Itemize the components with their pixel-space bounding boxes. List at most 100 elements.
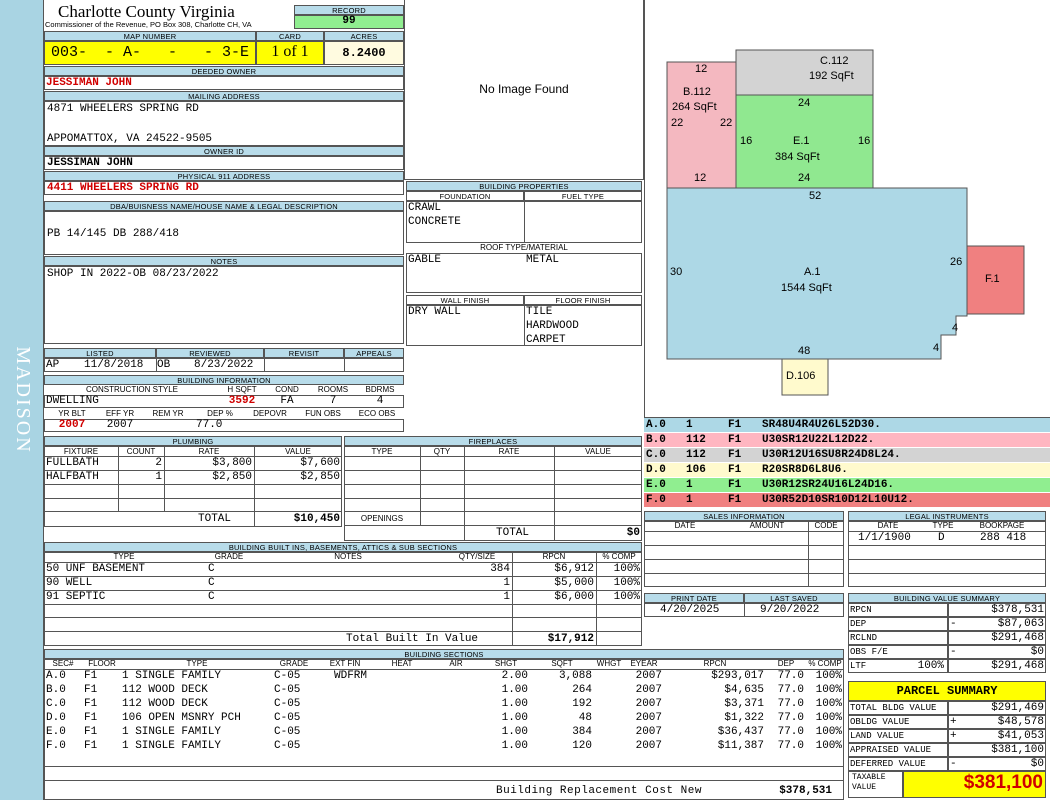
sections-cell: 2007 [635, 698, 662, 710]
fireplaces-header: FIREPLACES [344, 436, 642, 446]
parcel-value: $381,100 [991, 744, 1044, 756]
dep-value: 77.0 [196, 419, 223, 431]
hsqft-value: 3592 [228, 395, 256, 407]
sections-cell: F1 [84, 698, 98, 710]
sections-cell: 100% [815, 740, 842, 752]
sections-cell: F1 [84, 740, 98, 752]
sections-cell: C-05 [274, 726, 301, 738]
sections-cell: 2007 [635, 712, 662, 724]
sections-cell: 112 WOOD DECK [122, 698, 208, 710]
dep-label: DEP % [207, 409, 233, 418]
vector-string: U30SR12U22L12D22. [762, 434, 875, 446]
sections-cell: 77.0 [777, 684, 804, 696]
cond-label: COND [275, 385, 299, 394]
sec-col-whgt: WHGT [596, 659, 622, 668]
sections-cell: 2007 [635, 740, 662, 752]
sketch-d-id: D.106 [786, 370, 816, 382]
bdrms-value: 4 [376, 395, 384, 407]
parcel-value: $41,053 [997, 730, 1044, 742]
side-label: MADISON [12, 346, 34, 454]
bi-total: $17,912 [547, 633, 594, 645]
map-number-value: 003- - A- - - 3-E [50, 44, 250, 61]
builtins-header: BUILDING BUILT INS, BASEMENTS, ATTICS & … [44, 542, 642, 552]
owner-name: JESSIMAN JOHN [46, 77, 132, 89]
dim-a-left: 30 [670, 266, 683, 278]
sketch-e-area: 384 SqFt [775, 151, 820, 163]
sales-col-date: DATE [674, 521, 696, 530]
card-header: CARD [256, 31, 324, 41]
sections-cell: 2007 [635, 684, 662, 696]
parcel-label: APPRAISED VALUE [850, 745, 932, 755]
vector-num: 1 [686, 494, 693, 506]
revisit-header: REVISIT [264, 348, 344, 358]
taxable-label: TAXABLE VALUE [852, 773, 886, 792]
bi-col-type: TYPE [113, 552, 135, 561]
sketch-e-id: E.1 [793, 135, 810, 147]
sections-cell: 112 WOOD DECK [122, 684, 208, 696]
rooms-label: ROOMS [317, 385, 349, 394]
yrblt-label: YR BLT [58, 409, 86, 418]
sections-cell: 1.00 [501, 684, 528, 696]
vector-num: 1 [686, 479, 693, 491]
sec-col-sqft: SQFT [551, 659, 573, 668]
legal-r1-bookpage: 288 418 [980, 532, 1027, 544]
print-date-header: PRINT DATE [644, 593, 744, 603]
sec-col-grade: GRADE [279, 659, 309, 668]
reviewed-date: 8/23/2022 [194, 359, 254, 371]
floor-finish-2: HARDWOOD [526, 320, 579, 332]
funobs-label: FUN OBS [305, 409, 341, 418]
mailing-header: MAILING ADDRESS [44, 91, 404, 101]
sections-cell: A.0 [46, 670, 66, 682]
dim-b-bottom: 12 [694, 172, 707, 184]
sections-cell: C-05 [274, 712, 301, 724]
vector-floor: F1 [728, 449, 742, 461]
vector-code: D.0 [646, 464, 666, 476]
vector-num: 112 [686, 434, 706, 446]
vector-code: E.0 [646, 479, 666, 491]
vector-num: 112 [686, 449, 706, 461]
sections-cell: 2007 [635, 726, 662, 738]
sketch-b-area: 264 SqFt [672, 101, 717, 113]
sections-cell: F.0 [46, 740, 66, 752]
bi-r2-type: 90 WELL [46, 577, 93, 589]
fp-total: $0 [626, 527, 640, 539]
dim-b-left: 22 [671, 117, 684, 129]
card-value: 1 of 1 [271, 43, 309, 60]
sections-cell: 192 [572, 698, 592, 710]
hsqft-label: H SQFT [227, 385, 257, 394]
parcel-label: OBLDG VALUE [850, 717, 910, 727]
sections-cell: 1.00 [501, 740, 528, 752]
sections-cell: C-05 [274, 698, 301, 710]
sections-header: BUILDING SECTIONS [44, 649, 844, 659]
sec-total-label: Building Replacement Cost New [496, 785, 702, 797]
taxable-value: $381,100 [963, 772, 1043, 793]
sketch-a-id: A.1 [804, 266, 821, 278]
roof-type: GABLE [408, 254, 442, 266]
sales-col-amount: AMOUNT [749, 521, 785, 530]
effyr-label: EFF YR [105, 409, 135, 418]
vector-floor: F1 [728, 479, 742, 491]
parcel-summary-label: PARCEL SUMMARY [896, 684, 998, 698]
vector-floor: F1 [728, 434, 742, 446]
sections-cell: C.0 [46, 698, 66, 710]
bi-r1-rpcn: $6,912 [554, 563, 594, 575]
dim-a-right: 26 [950, 256, 963, 268]
bi-col-rpcn: RPCN [542, 552, 566, 561]
dim-e-right: 16 [858, 135, 871, 147]
sec-col-air: AIR [449, 659, 463, 668]
sections-cell: B.0 [46, 684, 66, 696]
vector-string: U30R12U16SU8R24D8L24. [762, 449, 901, 461]
sec-col-dep: DEP [777, 659, 795, 668]
record-header: RECORD [294, 5, 404, 15]
sections-cell: F1 [84, 712, 98, 724]
sections-cell: 264 [572, 684, 592, 696]
roof-box [406, 253, 642, 293]
roof-header: ROOF TYPE/MATERIAL [480, 243, 568, 252]
sections-cell: 77.0 [777, 726, 804, 738]
bi-r1-type: 50 UNF BASEMENT [46, 563, 146, 575]
plumb-r2-rate: $2,850 [212, 471, 252, 483]
mailing-line3: APPOMATTOX, VA 24522-9505 [47, 133, 213, 145]
depovr-label: DEPOVR [253, 409, 287, 418]
sections-cell: 100% [815, 684, 842, 696]
bi-r2-qty: 1 [503, 577, 510, 589]
